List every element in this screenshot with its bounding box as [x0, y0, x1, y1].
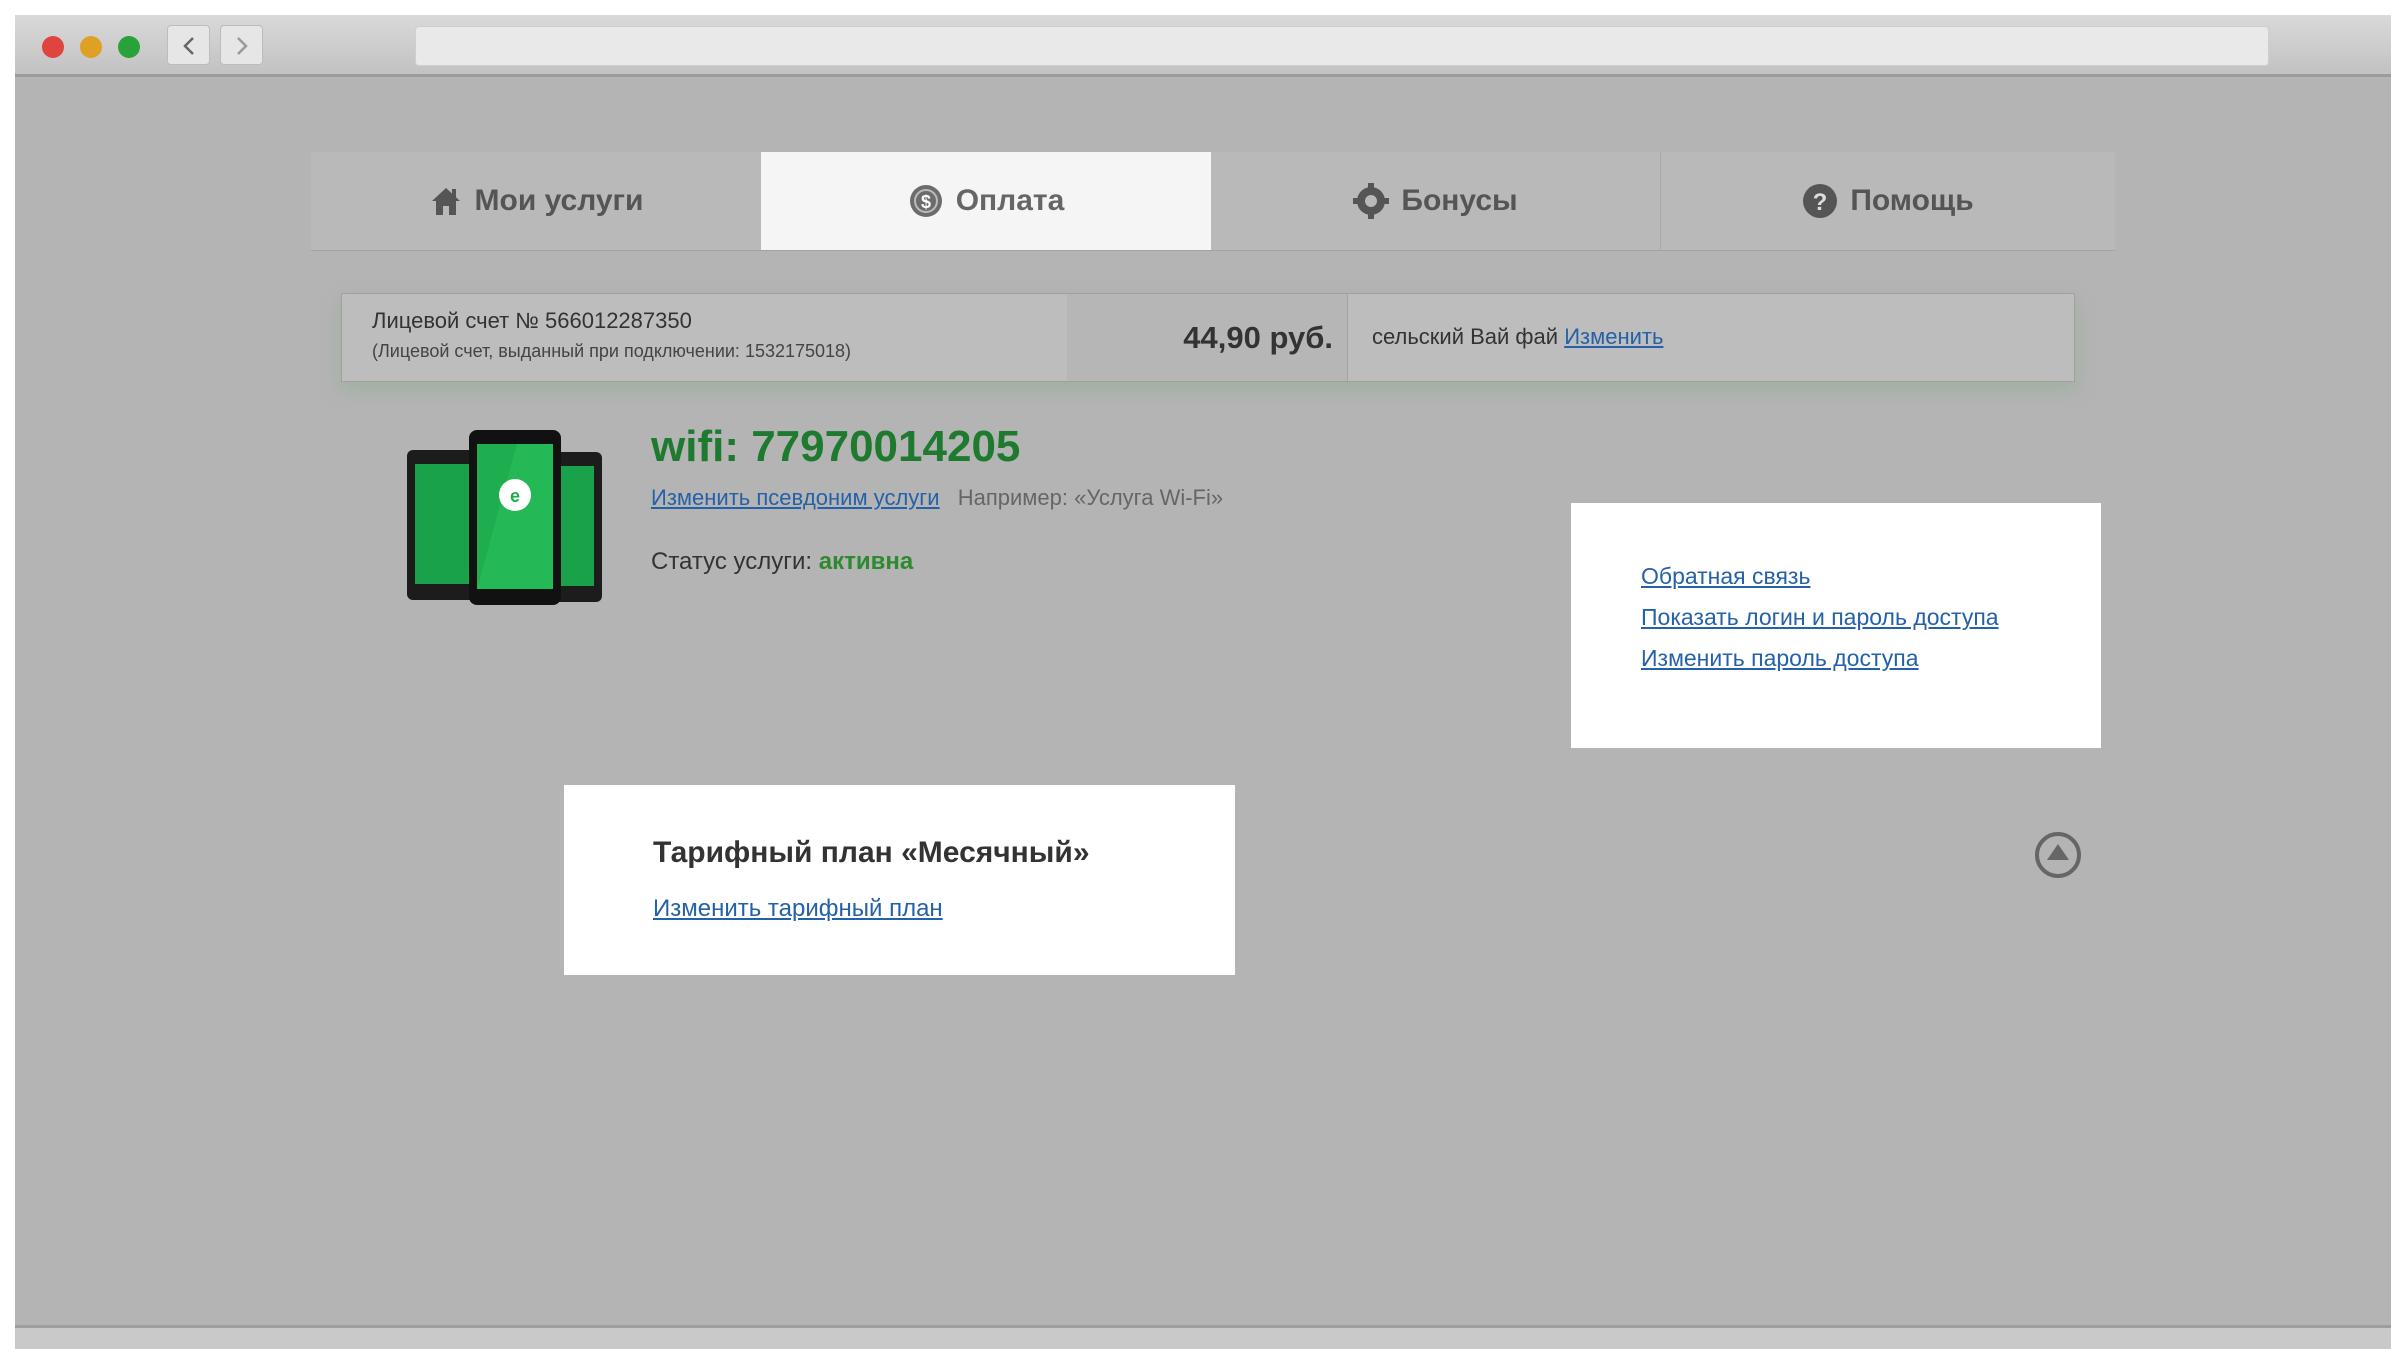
status-bar — [15, 1325, 2391, 1349]
show-credentials-link[interactable]: Показать логин и пароль доступа — [1641, 604, 1999, 631]
chevron-right-icon — [237, 37, 248, 55]
tab-label: Бонусы — [1401, 184, 1518, 217]
service-links-panel: Обратная связь Показать логин и пароль д… — [1571, 503, 2101, 748]
browser-window: Мои услуги $ Оплата Бонусы ? Помощь Лице… — [15, 15, 2391, 1349]
account-issued-number: (Лицевой счет, выданный при подключении:… — [372, 341, 852, 361]
tab-payment[interactable]: $ Оплата — [761, 152, 1211, 250]
alias-row: Изменить псевдоним услуги Например: «Усл… — [651, 485, 1223, 511]
forward-button[interactable] — [220, 25, 263, 65]
account-balance: 44,90 руб. — [1183, 320, 1333, 355]
account-name: сельский Вай фай — [1372, 324, 1559, 349]
chevron-left-icon — [183, 37, 194, 55]
minimize-window-button[interactable] — [80, 36, 102, 58]
gear-icon — [1353, 183, 1390, 219]
alias-hint: Например: «Услуга Wi-Fi» — [957, 485, 1224, 510]
change-alias-link[interactable]: Изменить псевдоним услуги — [651, 485, 940, 510]
account-number-block: Лицевой счет № 566012287350 (Лицевой сче… — [342, 294, 1068, 381]
zoom-window-button[interactable] — [118, 36, 140, 58]
balance-block: 44,90 руб. — [1067, 294, 1348, 381]
help-icon: ? — [1803, 184, 1838, 218]
account-name-block: сельский Вай фай Изменить — [1372, 324, 1663, 350]
tab-label: Мои услуги — [474, 184, 644, 217]
status-value: активна — [818, 548, 914, 575]
service-title: wifi: 77970014205 — [651, 422, 1021, 471]
service-status: Статус услуги: активна — [651, 548, 913, 576]
close-window-button[interactable] — [42, 36, 64, 58]
change-account-link[interactable]: Изменить — [1564, 324, 1663, 349]
change-tariff-link[interactable]: Изменить тарифный план — [653, 895, 943, 923]
address-bar[interactable] — [415, 26, 2269, 66]
tariff-title: Тарифный план «Месячный» — [653, 836, 1090, 869]
change-password-link[interactable]: Изменить пароль доступа — [1641, 645, 1919, 672]
svg-text:?: ? — [1813, 189, 1828, 216]
tariff-panel: Тарифный план «Месячный» Изменить тарифн… — [564, 785, 1235, 975]
title-bar — [15, 15, 2391, 77]
tab-label: Оплата — [955, 184, 1065, 217]
payment-icon: $ — [909, 185, 942, 217]
collapse-up-icon[interactable] — [2033, 830, 2083, 880]
tab-label: Помощь — [1850, 184, 1974, 217]
status-label: Статус услуги: — [651, 548, 813, 575]
svg-text:$: $ — [921, 192, 931, 212]
account-summary: Лицевой счет № 566012287350 (Лицевой сче… — [341, 293, 2075, 382]
account-number: Лицевой счет № 566012287350 — [372, 308, 692, 333]
feedback-link[interactable]: Обратная связь — [1641, 563, 1810, 590]
home-icon — [431, 188, 460, 215]
tablet-devices-image: e — [407, 430, 602, 605]
tab-my-services[interactable]: Мои услуги — [311, 152, 761, 250]
main-tabs: Мои услуги $ Оплата Бонусы ? Помощь — [311, 152, 2115, 251]
svg-text:e: e — [510, 486, 520, 506]
back-button[interactable] — [167, 25, 210, 65]
tab-help[interactable]: ? Помощь — [1661, 152, 2115, 250]
tab-bonuses[interactable]: Бонусы — [1211, 152, 1661, 250]
